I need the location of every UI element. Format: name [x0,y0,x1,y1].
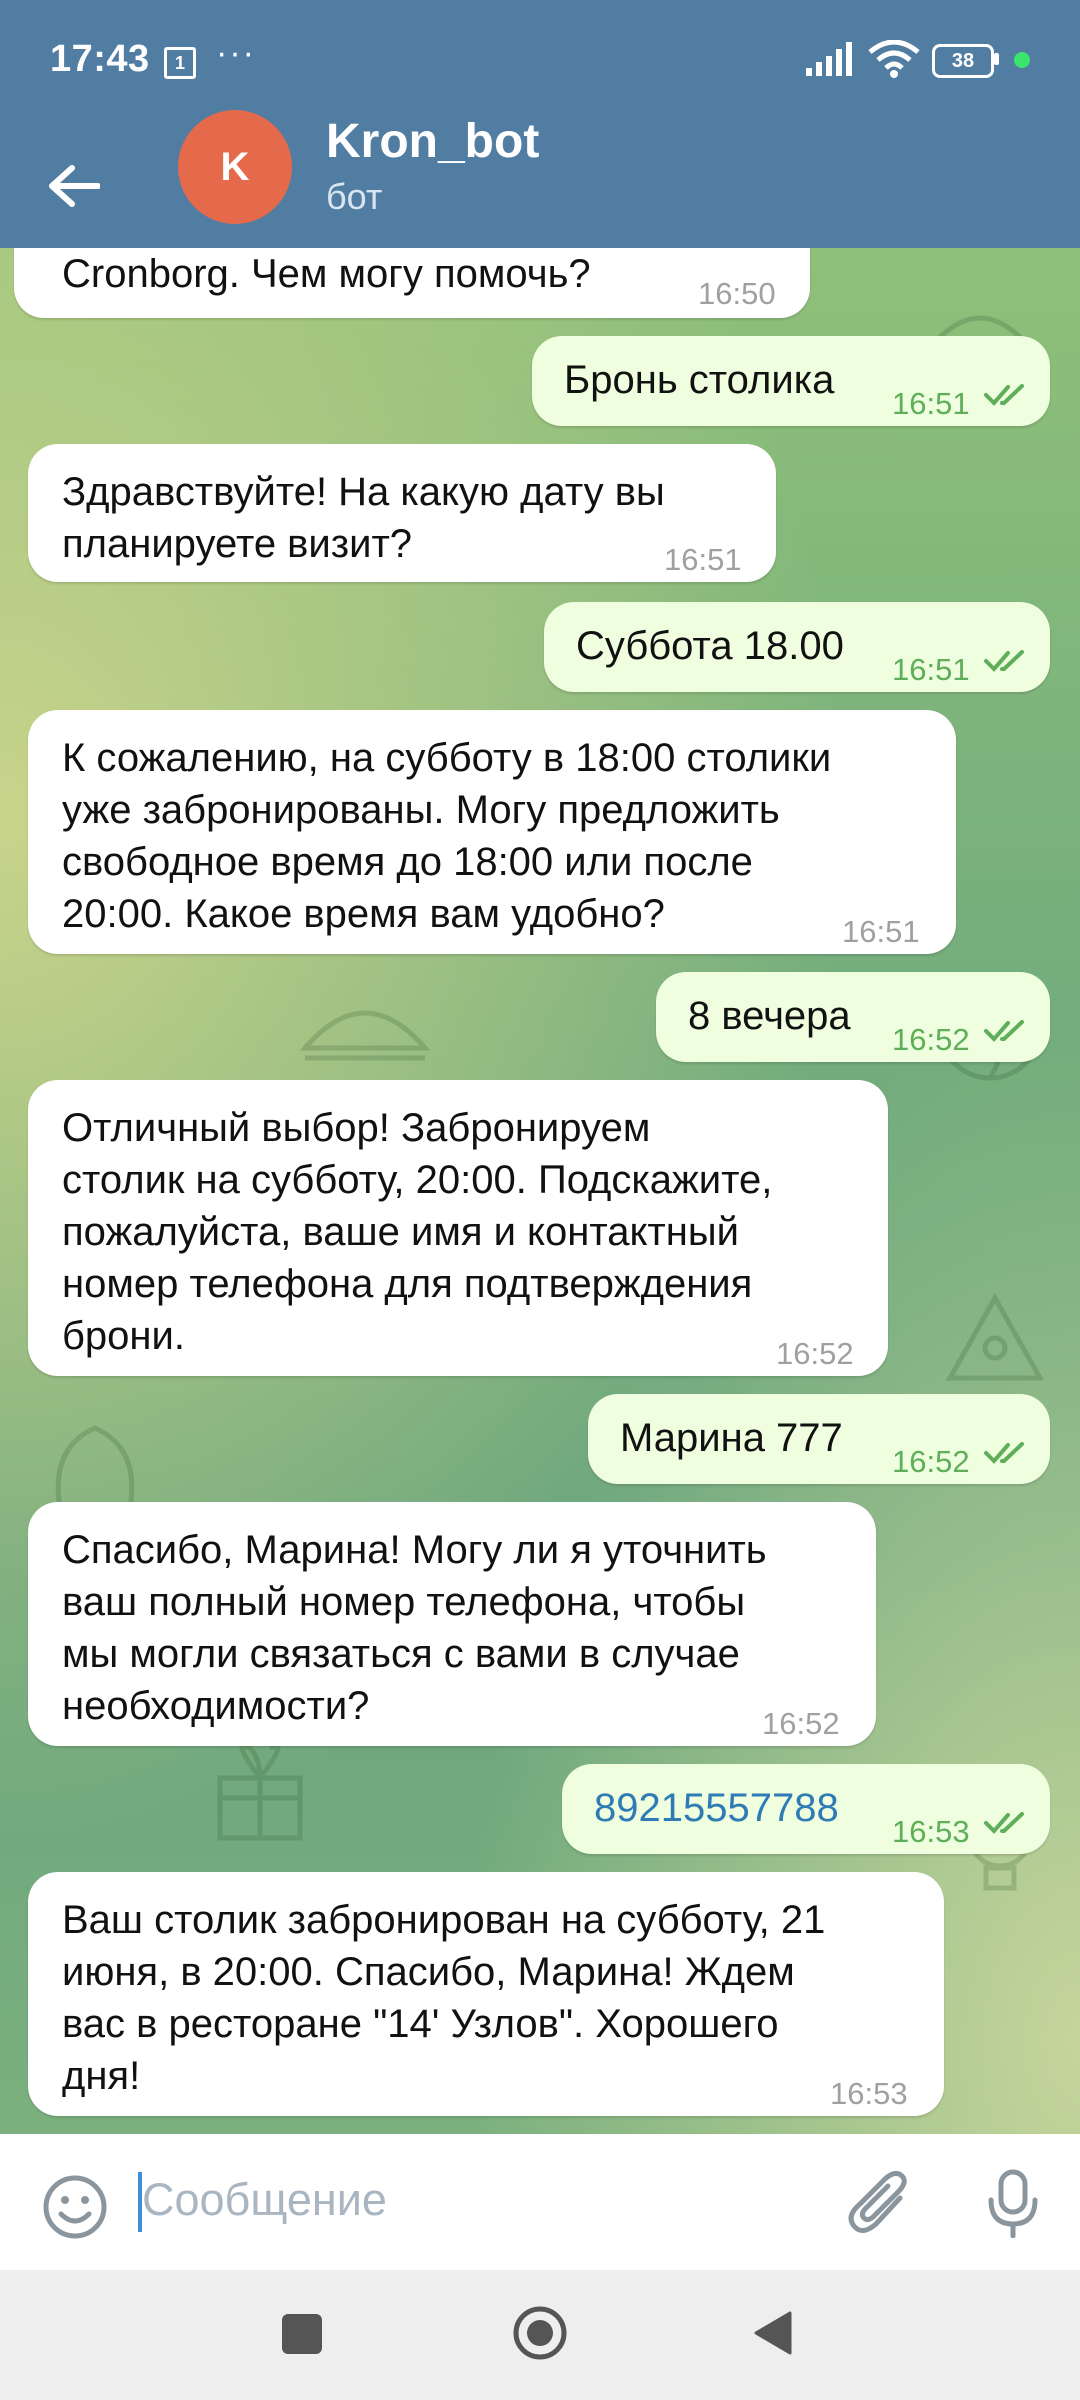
emoji-icon[interactable] [42,2174,108,2240]
microphone-icon[interactable] [986,2168,1040,2238]
message-line: столик на субботу, 20:00. Подскажите, [62,1158,773,1202]
status-bar: 17:43 1 ··· 38 [0,0,1080,120]
message-line: Суббота 18.00 [576,624,844,668]
chat-header [0,120,1080,315]
message-text: Спасибо, Марина! Могу ли я уточнить ваш … [62,1524,767,1732]
incoming-message[interactable]: Здравствуйте! На какую дату вы планирует… [28,444,776,582]
more-notifications-icon: ··· [216,34,256,72]
message-time: 16:52 [892,1022,970,1057]
message-time: 16:50 [698,276,776,311]
message-line: ваш полный номер телефона, чтобы [62,1580,746,1624]
read-check-icon [984,384,1024,406]
message-line: Бронь столика [564,358,835,402]
arrow-left-icon[interactable] [48,164,100,208]
calendar-badge-icon: 1 [164,47,196,79]
message-time: 16:51 [892,652,970,687]
message-time: 16:51 [664,542,742,577]
wallpaper-doodle-icon [300,1010,430,1061]
attach-icon[interactable] [848,2168,912,2238]
phone-number-link[interactable]: 89215557788 [594,1782,839,1834]
message-line: Отличный выбор! Забронируем [62,1106,651,1150]
message-line: Cronborg. Чем могу помочь? [62,252,591,296]
battery-tip [994,53,999,65]
message-input[interactable]: Сообщение [142,2174,387,2226]
status-time: 17:43 [50,38,150,80]
read-check-icon [984,1812,1024,1834]
read-check-icon [984,650,1024,672]
message-time: 16:52 [892,1444,970,1479]
message-line: мы могли связаться с вами в случае [62,1632,740,1676]
message-line: вас в ресторане "14' Узлов". Хорошего [62,2002,779,2046]
message-text: Ваш столик забронирован на субботу, 21 и… [62,1894,825,2102]
message-time: 16:51 [892,386,970,421]
message-text: Cronborg. Чем могу помочь? [62,248,591,300]
message-line: К сожалению, на субботу в 18:00 столики [62,736,832,780]
message-line: планируете визит? [62,522,413,566]
outgoing-message[interactable]: Марина 777 16:52 [588,1394,1050,1484]
outgoing-message[interactable]: 89215557788 16:53 [562,1764,1050,1854]
message-time: 16:53 [892,1814,970,1849]
message-line: пожалуйста, ваше имя и контактный [62,1210,739,1254]
message-line: Здравствуйте! На какую дату вы [62,470,665,514]
message-line: 20:00. Какое время вам удобно? [62,892,665,936]
wallpaper-doodle-icon [217,1743,303,1841]
message-time: 16:51 [842,914,920,949]
message-composer: Сообщение [0,2134,1080,2270]
message-text: Бронь столика [564,354,834,406]
message-time: 16:53 [830,2076,908,2111]
status-dot-icon [1014,52,1030,68]
read-check-icon [984,1020,1024,1042]
outgoing-message[interactable]: Суббота 18.00 16:51 [544,602,1050,692]
message-line: Спасибо, Марина! Могу ли я уточнить [62,1528,767,1572]
message-line: необходимости? [62,1684,370,1728]
avatar[interactable]: K [178,110,292,224]
message-line: уже забронированы. Могу предложить [62,788,780,832]
message-line: 8 вечера [688,994,851,1038]
chat-message-list[interactable]: Cronborg. Чем могу помочь? 16:50 Бронь с… [0,248,1080,2134]
incoming-message[interactable]: Отличный выбор! Забронируем столик на су… [28,1080,888,1376]
wifi-icon [868,40,920,78]
chat-title[interactable]: Kron_bot [326,114,539,169]
outgoing-message[interactable]: 8 вечера 16:52 [656,972,1050,1062]
message-line: Ваш столик забронирован на субботу, 21 [62,1898,826,1942]
message-time: 16:52 [762,1706,840,1741]
message-line: Марина 777 [620,1416,843,1460]
message-line: брони. [62,1314,185,1358]
message-line[interactable]: 89215557788 [594,1786,839,1830]
message-line: дня! [62,2054,141,2098]
back-triangle-icon[interactable] [752,2310,794,2356]
home-circle-icon[interactable] [512,2305,568,2361]
incoming-message[interactable]: Спасибо, Марина! Могу ли я уточнить ваш … [28,1502,876,1746]
message-text: К сожалению, на субботу в 18:00 столики … [62,732,831,940]
outgoing-message[interactable]: Бронь столика 16:51 [532,336,1050,426]
message-text: Отличный выбор! Забронируем столик на су… [62,1102,772,1362]
read-check-icon [984,1442,1024,1464]
message-line: июня, в 20:00. Спасибо, Марина! Ждем [62,1950,795,1994]
message-text: Суббота 18.00 [576,620,844,672]
message-line: номер телефона для подтверждения [62,1262,753,1306]
incoming-message[interactable]: К сожалению, на субботу в 18:00 столики … [28,710,956,954]
incoming-message[interactable]: Ваш столик забронирован на субботу, 21 и… [28,1872,944,2116]
message-text: Здравствуйте! На какую дату вы планирует… [62,466,665,570]
message-text: 8 вечера [688,990,851,1042]
recents-square-icon[interactable] [282,2314,322,2354]
wallpaper-doodle-icon [945,1292,1045,1381]
battery-icon: 38 [932,44,994,78]
signal-icon [806,42,852,76]
chat-subtitle: бот [326,176,383,217]
message-time: 16:52 [776,1336,854,1371]
message-text: Марина 777 [620,1412,843,1464]
message-line: свободное время до 18:00 или после [62,840,753,884]
incoming-message[interactable]: Cronborg. Чем могу помочь? 16:50 [14,248,810,318]
